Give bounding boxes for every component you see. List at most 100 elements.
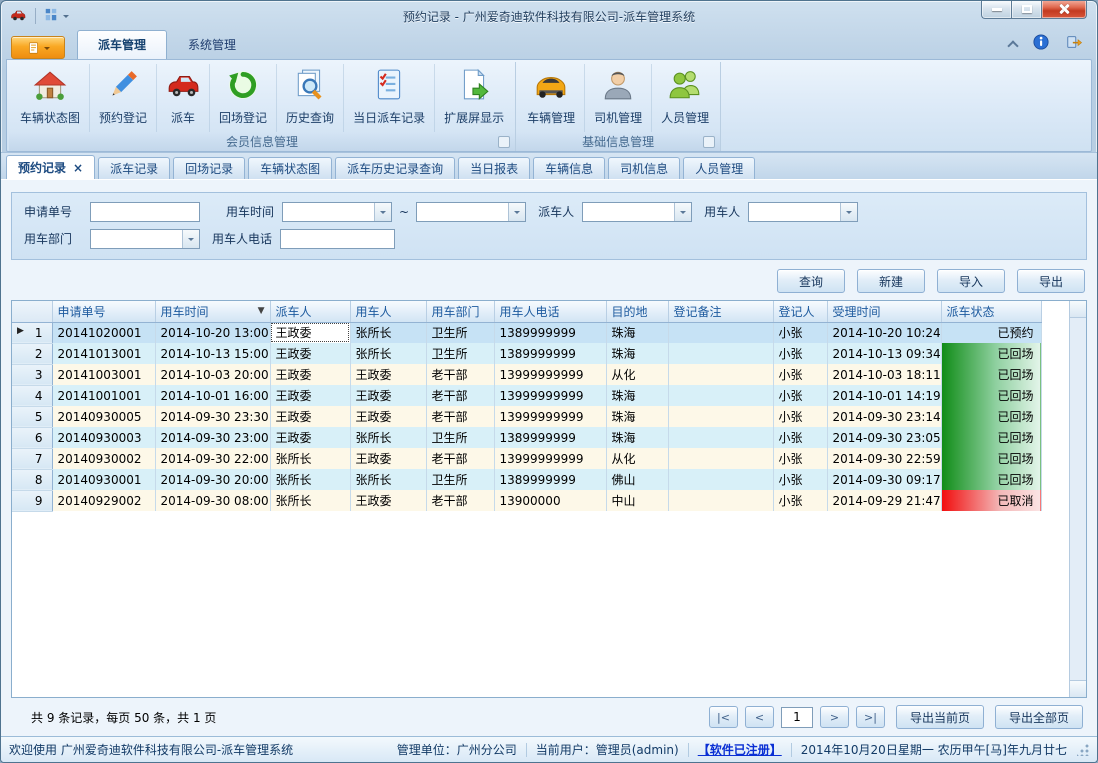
row-indicator-cell[interactable]: 6: [12, 427, 52, 448]
ribbon-tab-dispatch-management[interactable]: 派车管理: [77, 30, 167, 59]
cell-application-no[interactable]: 20141001001: [52, 385, 155, 406]
cell-application-no[interactable]: 20141020001: [52, 322, 155, 343]
dispatcher-combo[interactable]: [582, 202, 692, 222]
cell-register-remark[interactable]: [668, 427, 773, 448]
table-row[interactable]: 5 20140930005 2014-09-30 23:30 王政委 王政委 老…: [12, 406, 1041, 427]
export-all-pages-button[interactable]: 导出全部页: [995, 705, 1083, 729]
cell-user-phone[interactable]: 13999999999: [494, 448, 606, 469]
cell-registrant[interactable]: 小张: [773, 406, 827, 427]
col-application-no[interactable]: 申请单号: [52, 301, 155, 322]
dialog-launcher-icon[interactable]: [703, 136, 715, 148]
maximize-button[interactable]: [1011, 0, 1041, 19]
cell-department[interactable]: 老干部: [426, 385, 494, 406]
cell-use-time[interactable]: 2014-10-03 20:00: [155, 364, 270, 385]
col-accept-time[interactable]: 受理时间: [827, 301, 941, 322]
col-registrant[interactable]: 登记人: [773, 301, 827, 322]
cell-registrant[interactable]: 小张: [773, 469, 827, 490]
cell-department[interactable]: 老干部: [426, 448, 494, 469]
cell-register-remark[interactable]: [668, 406, 773, 427]
return-register-button[interactable]: 回场登记: [210, 64, 277, 132]
cell-destination[interactable]: 珠海: [606, 385, 668, 406]
cell-dispatcher[interactable]: 王政委: [270, 385, 350, 406]
export-current-page-button[interactable]: 导出当前页: [896, 705, 984, 729]
cell-dispatch-status[interactable]: 已取消: [941, 490, 1041, 511]
sort-filter-arrow-icon[interactable]: ▼: [258, 306, 265, 316]
cell-register-remark[interactable]: [668, 490, 773, 511]
resize-grip[interactable]: [1077, 744, 1089, 756]
table-row[interactable]: 2 20141013001 2014-10-13 15:00 王政委 张所长 卫…: [12, 343, 1041, 364]
row-indicator-cell[interactable]: 4: [12, 385, 52, 406]
cell-user-phone[interactable]: 1389999999: [494, 469, 606, 490]
row-indicator-cell[interactable]: 8: [12, 469, 52, 490]
cell-accept-time[interactable]: 2014-10-20 10:24: [827, 322, 941, 343]
dispatch-button[interactable]: 派车: [157, 64, 210, 132]
table-row[interactable]: ▶1 20141020001 2014-10-20 13:00 王政委 张所长 …: [12, 322, 1041, 343]
cell-destination[interactable]: 从化: [606, 448, 668, 469]
cell-dispatch-status[interactable]: 已回场: [941, 406, 1041, 427]
cell-application-no[interactable]: 20141003001: [52, 364, 155, 385]
cell-dispatch-status[interactable]: 已回场: [941, 469, 1041, 490]
row-indicator-cell[interactable]: 7: [12, 448, 52, 469]
minimize-button[interactable]: [981, 0, 1011, 19]
tab-driver-info[interactable]: 司机信息: [608, 157, 680, 179]
col-dispatcher[interactable]: 派车人: [270, 301, 350, 322]
application-menu-button[interactable]: [11, 36, 65, 59]
today-dispatch-records-button[interactable]: 当日派车记录: [344, 64, 435, 132]
first-page-button[interactable]: |<: [709, 706, 738, 728]
cell-destination[interactable]: 珠海: [606, 343, 668, 364]
query-button[interactable]: 查询: [777, 269, 845, 293]
col-dispatch-status[interactable]: 派车状态: [941, 301, 1041, 322]
tab-return-records[interactable]: 回场记录: [173, 157, 245, 179]
cell-use-time[interactable]: 2014-09-30 22:00: [155, 448, 270, 469]
user-phone-input[interactable]: [280, 229, 395, 249]
use-time-to-combo[interactable]: [416, 202, 526, 222]
department-combo[interactable]: [90, 229, 200, 249]
cell-use-time[interactable]: 2014-10-13 15:00: [155, 343, 270, 364]
cell-dispatch-status[interactable]: 已回场: [941, 343, 1041, 364]
ribbon-tab-system-management[interactable]: 系统管理: [167, 30, 257, 59]
cell-registrant[interactable]: 小张: [773, 343, 827, 364]
cell-dispatcher[interactable]: 王政委: [270, 343, 350, 364]
table-row[interactable]: 6 20140930003 2014-09-30 23:00 王政委 张所长 卫…: [12, 427, 1041, 448]
row-indicator-cell[interactable]: 2: [12, 343, 52, 364]
dropdown-button[interactable]: [840, 203, 857, 221]
cell-register-remark[interactable]: [668, 385, 773, 406]
cell-registrant[interactable]: 小张: [773, 427, 827, 448]
cell-department[interactable]: 卫生所: [426, 343, 494, 364]
cell-car-user[interactable]: 张所长: [350, 343, 426, 364]
history-query-button[interactable]: 历史查询: [277, 64, 344, 132]
cell-car-user[interactable]: 王政委: [350, 364, 426, 385]
dropdown-button[interactable]: [182, 230, 199, 248]
cell-accept-time[interactable]: 2014-09-30 22:59: [827, 448, 941, 469]
car-user-combo[interactable]: [748, 202, 858, 222]
cell-dispatch-status[interactable]: 已预约: [941, 322, 1041, 343]
next-page-button[interactable]: >: [820, 706, 849, 728]
cell-registrant[interactable]: 小张: [773, 448, 827, 469]
vehicle-status-map-button[interactable]: 车辆状态图: [11, 64, 90, 132]
tab-vehicle-info[interactable]: 车辆信息: [533, 157, 605, 179]
help-exit-icon[interactable]: [1065, 34, 1083, 54]
personnel-management-button[interactable]: 人员管理: [652, 64, 718, 132]
extended-screen-display-button[interactable]: 扩展屏显示: [435, 64, 513, 132]
cell-destination[interactable]: 中山: [606, 490, 668, 511]
cell-car-user[interactable]: 王政委: [350, 490, 426, 511]
prev-page-button[interactable]: <: [745, 706, 774, 728]
col-destination[interactable]: 目的地: [606, 301, 668, 322]
collapse-ribbon-chevron-icon[interactable]: [1007, 40, 1018, 51]
cell-accept-time[interactable]: 2014-09-30 23:14: [827, 406, 941, 427]
tab-close-icon[interactable]: ×: [73, 161, 83, 175]
tab-personnel-management[interactable]: 人员管理: [683, 157, 755, 179]
cell-accept-time[interactable]: 2014-09-30 23:05: [827, 427, 941, 448]
cell-register-remark[interactable]: [668, 364, 773, 385]
dropdown-button[interactable]: [374, 203, 391, 221]
cell-department[interactable]: 老干部: [426, 364, 494, 385]
cell-use-time[interactable]: 2014-10-01 16:00: [155, 385, 270, 406]
cell-application-no[interactable]: 20140930001: [52, 469, 155, 490]
cell-car-user[interactable]: 张所长: [350, 427, 426, 448]
cell-user-phone[interactable]: 1389999999: [494, 427, 606, 448]
cell-registrant[interactable]: 小张: [773, 322, 827, 343]
cell-use-time[interactable]: 2014-09-30 20:00: [155, 469, 270, 490]
page-number-input[interactable]: [781, 707, 813, 728]
col-department[interactable]: 用车部门: [426, 301, 494, 322]
cell-use-time[interactable]: 2014-09-30 23:00: [155, 427, 270, 448]
